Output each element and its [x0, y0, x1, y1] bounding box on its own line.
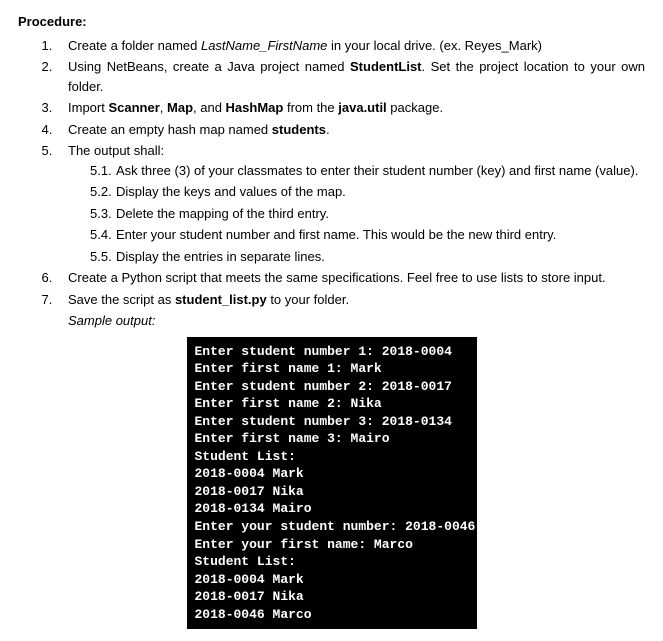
sample-output-label: Sample output:	[68, 311, 645, 331]
sub-5-4: 5.4.Enter your student number and first …	[90, 225, 645, 245]
step-7-pre: Save the script as	[68, 292, 175, 307]
sub-5-3: 5.3.Delete the mapping of the third entr…	[90, 204, 645, 224]
sub-5-1-num: 5.1.	[90, 161, 116, 181]
step-7-bold: student_list.py	[175, 292, 267, 307]
step-4: Create an empty hash map named students.	[56, 120, 645, 140]
step-4-post: .	[326, 122, 330, 137]
step-7: Save the script as student_list.py to yo…	[56, 290, 645, 310]
step-3: Import Scanner, Map, and HashMap from th…	[56, 98, 645, 118]
step-3-p1: Import	[68, 100, 108, 115]
step-3-p5: package.	[387, 100, 443, 115]
step-2-pre: Using NetBeans, create a Java project na…	[68, 59, 350, 74]
step-1-italic: LastName_FirstName	[201, 38, 327, 53]
sub-5-2: 5.2.Display the keys and values of the m…	[90, 182, 645, 202]
procedure-heading: Procedure:	[18, 12, 645, 32]
step-2: Using NetBeans, create a Java project na…	[56, 57, 645, 96]
step-1-post: in your local drive. (ex. Reyes_Mark)	[327, 38, 542, 53]
step-4-pre: Create an empty hash map named	[68, 122, 272, 137]
step-3-p3: , and	[193, 100, 226, 115]
step-7-post: to your folder.	[267, 292, 349, 307]
procedure-list: Create a folder named LastName_FirstName…	[18, 36, 645, 310]
step-1-pre: Create a folder named	[68, 38, 201, 53]
step-1: Create a folder named LastName_FirstName…	[56, 36, 645, 56]
step-5: The output shall: 5.1.Ask three (3) of y…	[56, 141, 645, 266]
sub-5-2-text: Display the keys and values of the map.	[116, 184, 346, 199]
step-3-b1: Scanner	[108, 100, 159, 115]
step-3-b4: java.util	[338, 100, 386, 115]
sub-5-4-text: Enter your student number and first name…	[116, 227, 556, 242]
step-5-text: The output shall:	[68, 143, 164, 158]
sub-5-1-text: Ask three (3) of your classmates to ente…	[116, 163, 638, 178]
step-3-p2: ,	[160, 100, 167, 115]
sub-5-5-text: Display the entries in separate lines.	[116, 249, 325, 264]
terminal-output: Enter student number 1: 2018-0004 Enter …	[187, 337, 477, 630]
sub-5-1: 5.1.Ask three (3) of your classmates to …	[90, 161, 645, 181]
sub-5-5: 5.5.Display the entries in separate line…	[90, 247, 645, 267]
step-5-sublist: 5.1.Ask three (3) of your classmates to …	[68, 161, 645, 267]
step-3-b3: HashMap	[226, 100, 284, 115]
step-4-bold: students	[272, 122, 326, 137]
sub-5-3-num: 5.3.	[90, 204, 116, 224]
step-3-b2: Map	[167, 100, 193, 115]
step-3-p4: from the	[283, 100, 338, 115]
sub-5-4-num: 5.4.	[90, 225, 116, 245]
sub-5-5-num: 5.5.	[90, 247, 116, 267]
sub-5-2-num: 5.2.	[90, 182, 116, 202]
step-2-bold: StudentList	[350, 59, 422, 74]
step-6: Create a Python script that meets the sa…	[56, 268, 645, 288]
sub-5-3-text: Delete the mapping of the third entry.	[116, 206, 329, 221]
